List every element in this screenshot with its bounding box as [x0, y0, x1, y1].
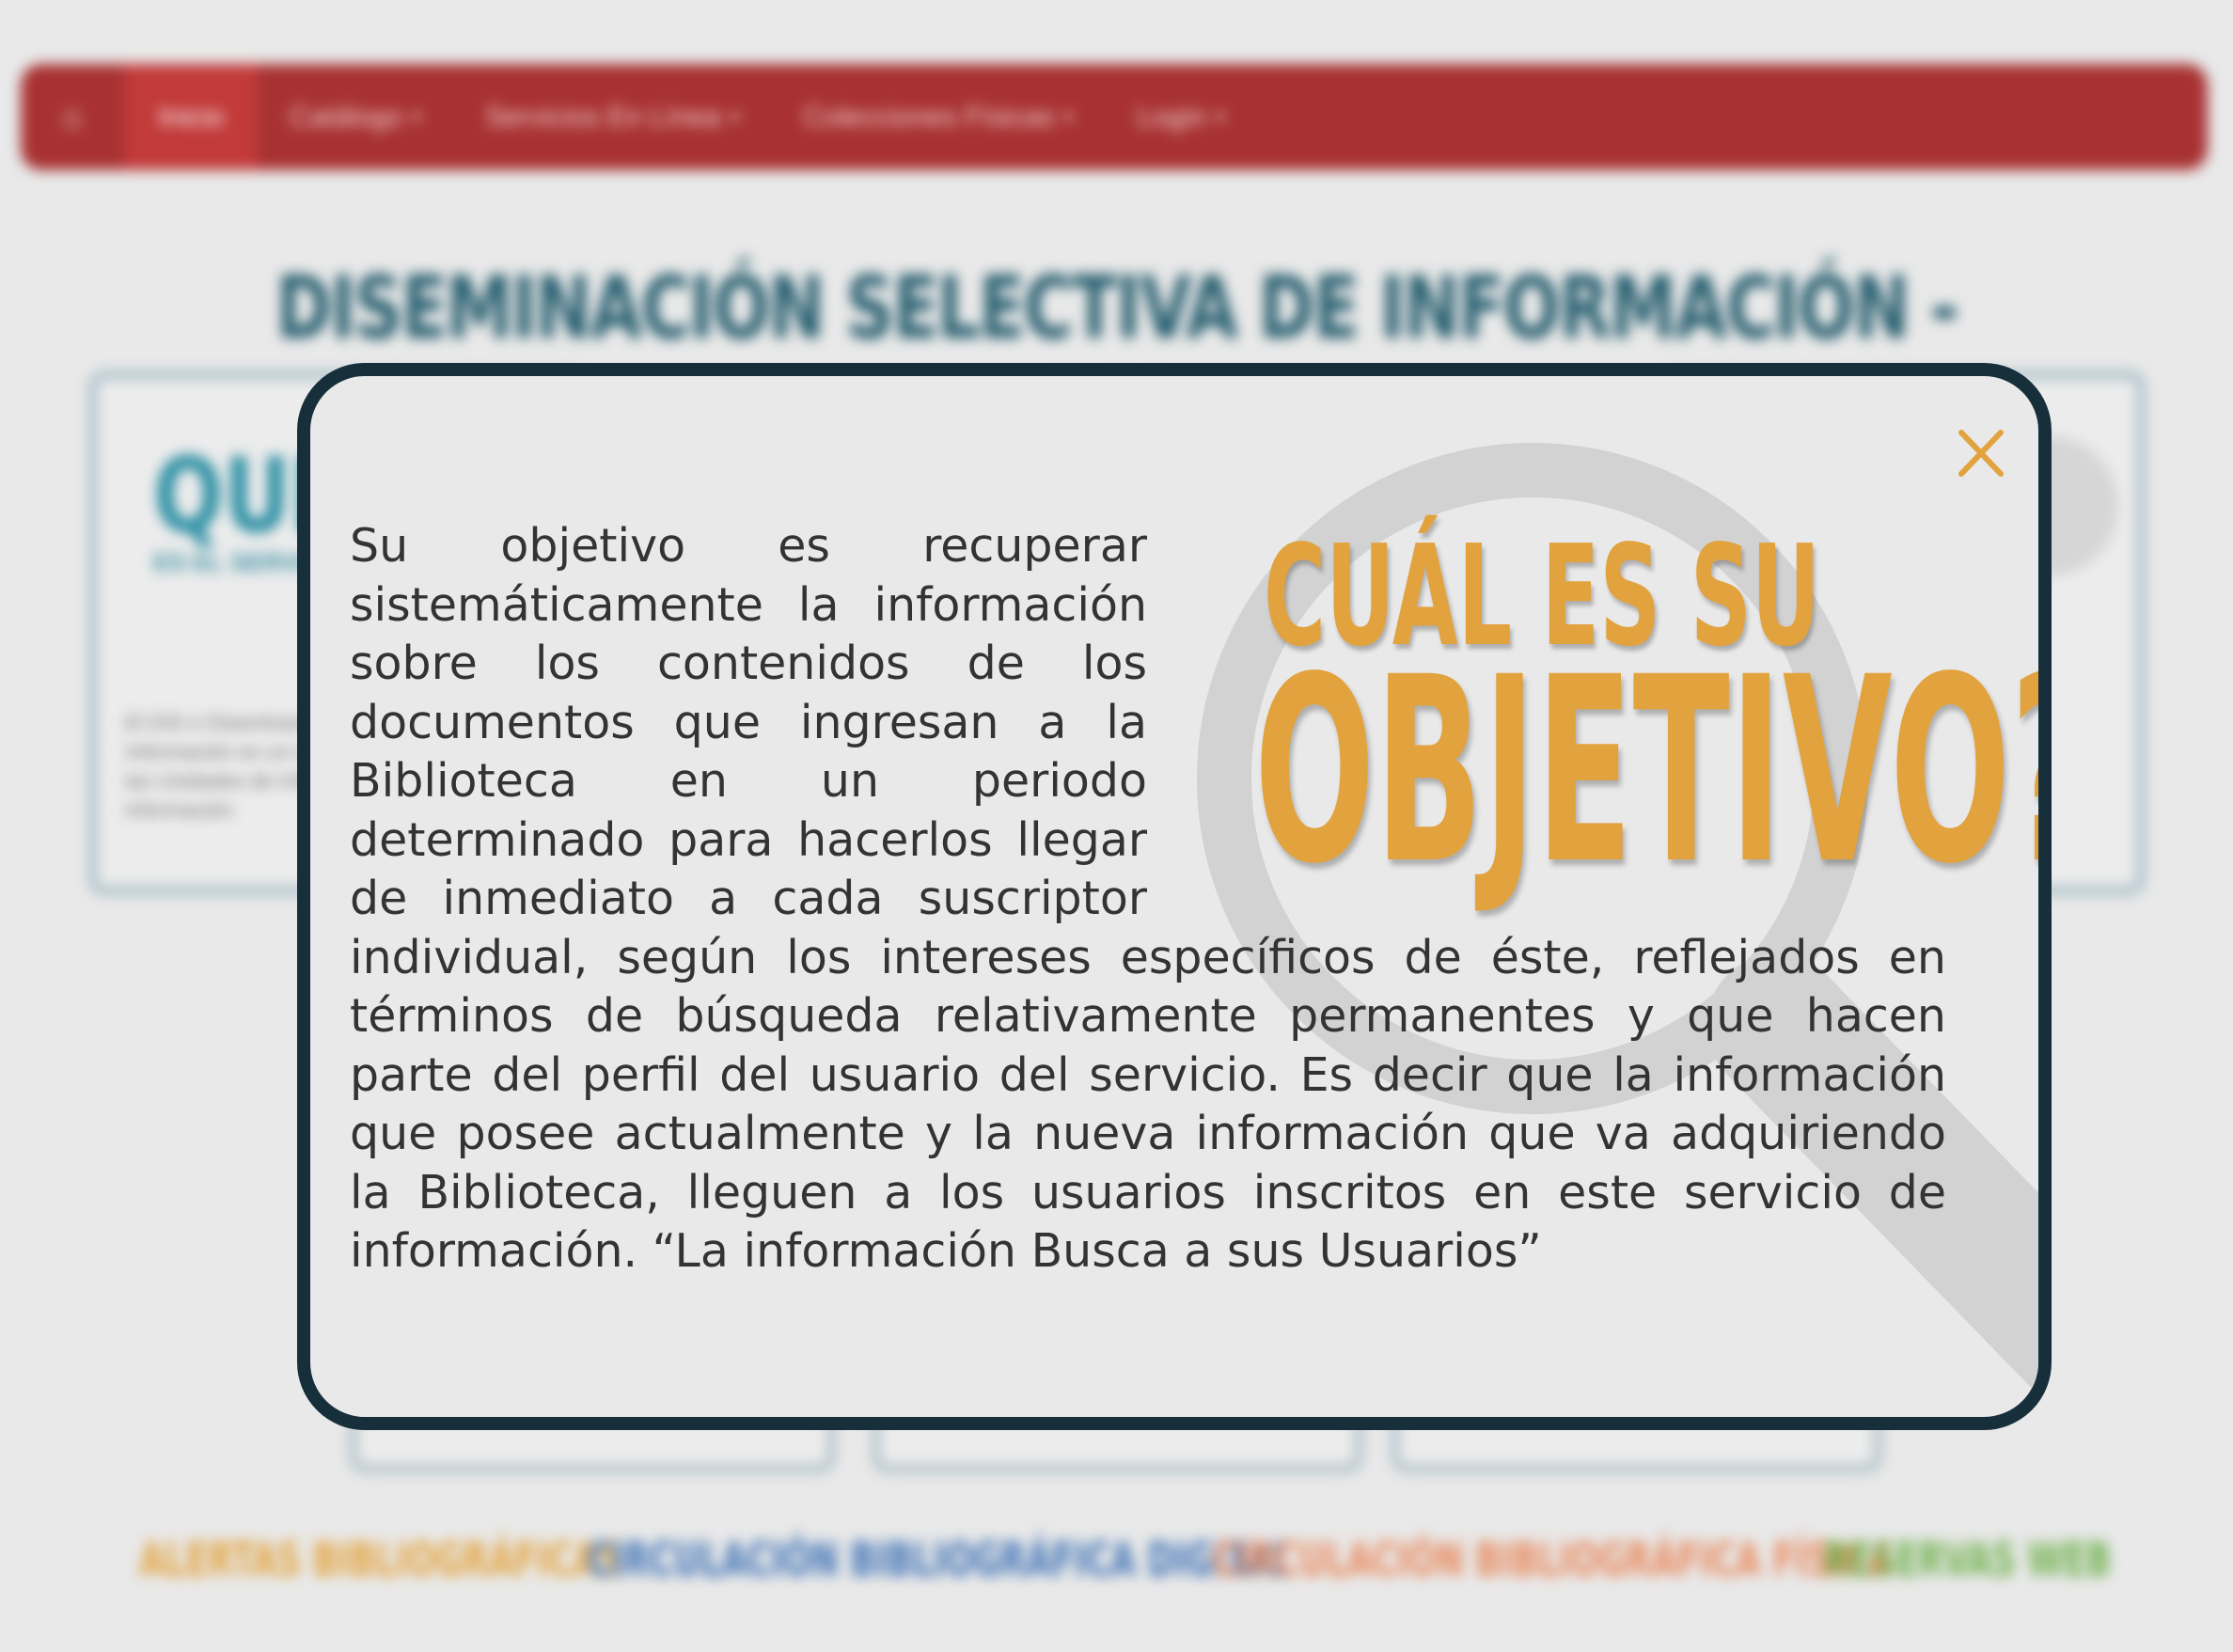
main-navbar: ⌂ Inicio Catálogo ▾ Servicios En Línea ▾ C… [21, 64, 2208, 170]
service-link-reservas[interactable]: RESERVAS WEB [1824, 1533, 2111, 1587]
nav-item-servicios[interactable]: Servicios En Línea ▾ [453, 64, 771, 170]
caret-down-icon: ▾ [1063, 107, 1074, 128]
nav-item-login[interactable]: Login ▾ [1105, 64, 1256, 170]
objective-modal: Su objetivo es recuperar sistemáticament… [297, 363, 2052, 1430]
modal-heading-line2: OBJETIVO? [1254, 623, 2052, 920]
nav-item-label: Colecciones Físicas [803, 101, 1055, 133]
nav-item-label: Inicio [158, 101, 225, 133]
close-icon[interactable] [1948, 421, 2014, 487]
nav-item-label: Servicios En Línea [485, 101, 721, 133]
service-link-alertas[interactable]: ALERTAS BIBLIOGRÁFICAS [139, 1533, 621, 1587]
nav-item-inicio[interactable]: Inicio [124, 64, 259, 170]
nav-item-catalogo[interactable]: Catálogo ▾ [258, 64, 453, 170]
nav-item-colecciones[interactable]: Colecciones Físicas ▾ [771, 64, 1105, 170]
caret-down-icon: ▾ [412, 107, 422, 128]
home-icon[interactable]: ⌂ [21, 64, 124, 170]
caret-down-icon: ▾ [730, 107, 740, 128]
nav-item-label: Catálogo [290, 101, 403, 133]
service-link-fisica[interactable]: CIRCULACIÓN BIBLIOGRÁFICA FÍSICA [1213, 1533, 1893, 1587]
caret-down-icon: ▾ [1215, 107, 1225, 128]
service-link-digital[interactable]: CIRCULACIÓN BIBLIOGRÁFICA DIGITAL [588, 1533, 1293, 1587]
nav-item-label: Login [1137, 101, 1206, 133]
